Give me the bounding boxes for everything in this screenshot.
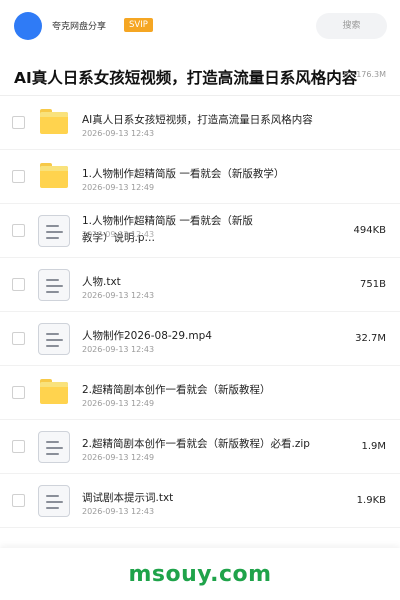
list-item[interactable]: 1.人物制作超精简版 一看就会（新版教学） 2026-09-13 12:49 — [0, 150, 400, 204]
site-watermark: msouy.com — [128, 562, 272, 587]
file-name[interactable]: 人物制作2026-08-29.mp4 — [82, 328, 342, 343]
document-icon — [38, 485, 70, 517]
select-checkbox[interactable] — [12, 494, 25, 507]
list-item[interactable]: 人物.txt 2026-09-13 12:43 751B — [0, 258, 400, 312]
select-checkbox[interactable] — [12, 386, 25, 399]
document-icon — [38, 323, 70, 355]
avatar[interactable] — [14, 12, 42, 40]
list-item[interactable]: 1.人物制作超精简版 一看就会（新版教学）说明.p… 2026-09-13 12… — [0, 204, 400, 258]
file-size: 1.9M — [361, 441, 386, 452]
svip-badge: SVIP — [124, 18, 153, 32]
list-item[interactable]: 调试剧本提示词.txt 2026-09-13 12:43 1.9KB — [0, 474, 400, 528]
select-checkbox[interactable] — [12, 278, 25, 291]
list-item[interactable]: 2.超精简剧本创作一看就会（新版教程）必看.zip 2026-09-13 12:… — [0, 420, 400, 474]
file-name[interactable]: AI真人日系女孩短视频，打造高流量日系风格内容 — [82, 112, 342, 127]
file-size: 1.9KB — [356, 495, 386, 506]
header-bar: 夸克网盘分享 SVIP 搜索 — [0, 0, 400, 52]
folder-icon — [38, 377, 70, 409]
page-title: AI真人日系女孩短视频，打造高流量日系风格内容 — [14, 69, 358, 87]
file-date: 2026-09-13 12:43 — [82, 230, 155, 239]
file-name[interactable]: 2.超精简剧本创作一看就会（新版教程） — [82, 382, 342, 397]
document-icon — [38, 215, 70, 247]
list-item[interactable]: AI真人日系女孩短视频，打造高流量日系风格内容 2026-09-13 12:43 — [0, 96, 400, 150]
file-size: 494KB — [353, 225, 386, 236]
share-title-row: AI真人日系女孩短视频，打造高流量日系风格内容 8 · 176.3M — [0, 56, 400, 96]
file-date: 2026-09-13 12:49 — [82, 183, 155, 192]
file-name[interactable]: 2.超精简剧本创作一看就会（新版教程）必看.zip — [82, 436, 342, 451]
document-icon — [38, 269, 70, 301]
file-size: 32.7M — [355, 333, 386, 344]
select-checkbox[interactable] — [12, 224, 25, 237]
share-size-meta: 8 · 176.3M — [343, 70, 386, 79]
list-item[interactable]: 2.超精简剧本创作一看就会（新版教程） 2026-09-13 12:49 — [0, 366, 400, 420]
file-date: 2026-09-13 12:49 — [82, 399, 155, 408]
file-size: 751B — [360, 279, 386, 290]
select-checkbox[interactable] — [12, 332, 25, 345]
list-item[interactable]: 人物制作2026-08-29.mp4 2026-09-13 12:43 32.7… — [0, 312, 400, 366]
file-date: 2026-09-13 12:43 — [82, 507, 155, 516]
select-checkbox[interactable] — [12, 116, 25, 129]
file-list: AI真人日系女孩短视频，打造高流量日系风格内容 2026-09-13 12:43… — [0, 96, 400, 528]
user-name[interactable]: 夸克网盘分享 — [52, 19, 106, 32]
select-checkbox[interactable] — [12, 440, 25, 453]
footer-bar: msouy.com — [0, 548, 400, 600]
folder-icon — [38, 161, 70, 193]
file-date: 2026-09-13 12:43 — [82, 291, 155, 300]
file-name[interactable]: 人物.txt — [82, 274, 342, 289]
folder-icon — [38, 107, 70, 139]
file-name[interactable]: 1.人物制作超精简版 一看就会（新版教学） — [82, 166, 342, 181]
document-icon — [38, 431, 70, 463]
file-name[interactable]: 调试剧本提示词.txt — [82, 490, 342, 505]
file-date: 2026-09-13 12:43 — [82, 129, 155, 138]
file-date: 2026-09-13 12:43 — [82, 345, 155, 354]
select-checkbox[interactable] — [12, 170, 25, 183]
search-input[interactable]: 搜索 — [316, 13, 387, 39]
file-date: 2026-09-13 12:49 — [82, 453, 155, 462]
